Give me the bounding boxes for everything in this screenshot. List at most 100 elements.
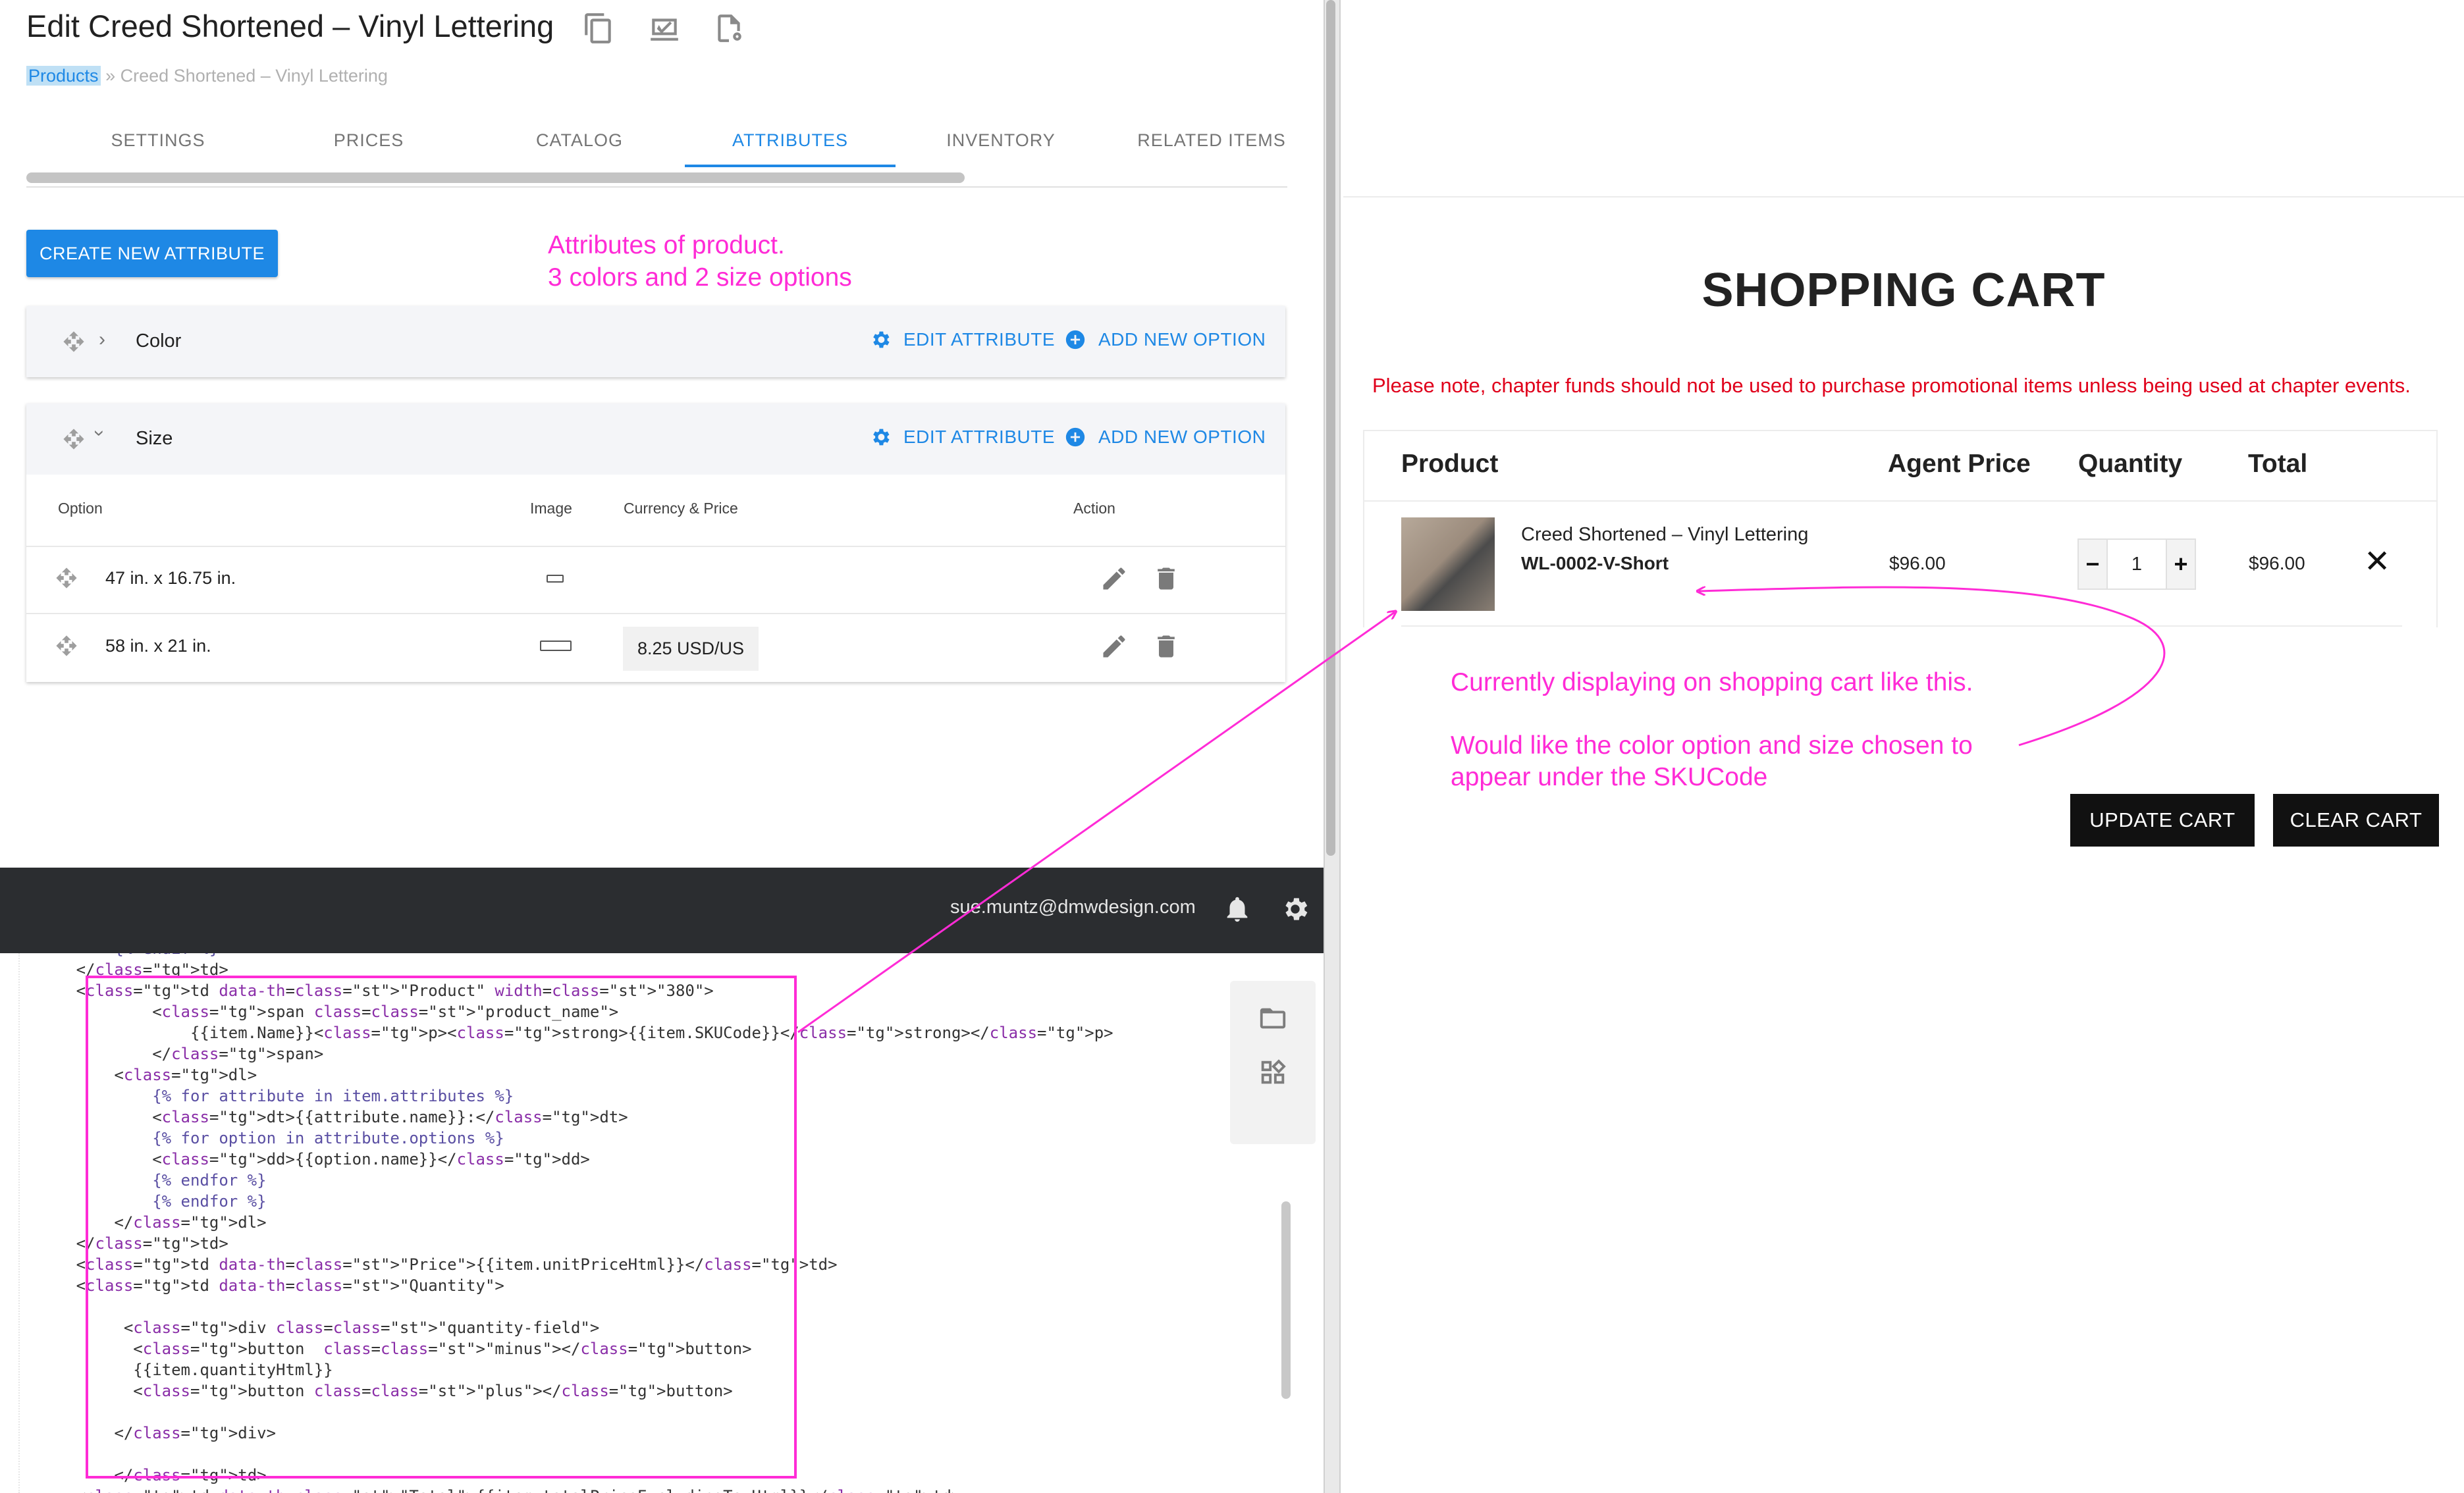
annotation-line: Attributes of product. — [548, 231, 785, 259]
editor-scrollbar[interactable] — [1281, 1201, 1291, 1399]
row-divider — [26, 613, 1285, 614]
tab-catalog[interactable]: CATALOG — [474, 130, 685, 151]
plus-circle-icon — [1065, 330, 1085, 350]
annotation-cart: Currently displaying on shopping cart li… — [1451, 667, 1973, 793]
column-header-price: Currency & Price — [624, 500, 738, 517]
cart-row-divider — [1401, 625, 2402, 627]
column-header-image: Image — [530, 500, 572, 517]
cart-line-total: $96.00 — [2249, 553, 2305, 573]
breadcrumb: Products » Creed Shortened – Vinyl Lette… — [26, 66, 388, 86]
active-tab-indicator — [685, 165, 896, 167]
cart-header-divider — [1364, 500, 2438, 502]
add-new-option-label: ADD NEW OPTION — [1098, 329, 1266, 350]
tab-divider — [26, 186, 1287, 188]
drag-handle-icon[interactable] — [63, 428, 85, 454]
widgets-icon[interactable] — [1258, 1057, 1288, 1091]
option-image-placeholder[interactable] — [547, 575, 564, 583]
option-name: 58 in. x 21 in. — [105, 636, 211, 656]
cart-column-agent-price: Agent Price — [1888, 450, 2031, 478]
edit-pencil-icon[interactable] — [1100, 564, 1129, 596]
add-new-option-label: ADD NEW OPTION — [1098, 427, 1266, 447]
attribute-name: Size — [136, 428, 173, 449]
product-thumbnail[interactable] — [1401, 517, 1495, 611]
remove-item-icon[interactable]: ✕ — [2364, 543, 2390, 580]
tabs-scrollbar[interactable] — [26, 172, 965, 183]
edit-attribute-label: EDIT ATTRIBUTE — [903, 427, 1055, 447]
attribute-header-color[interactable]: › Color EDIT ATTRIBUTE ADD NEW OPTION — [26, 306, 1285, 377]
edit-attribute-button[interactable]: EDIT ATTRIBUTE — [869, 426, 1055, 448]
clear-cart-button[interactable]: CLEAR CART — [2273, 794, 2439, 847]
edit-attribute-label: EDIT ATTRIBUTE — [903, 329, 1055, 350]
cart-product-sku: WL-0002-V-Short — [1521, 553, 1669, 573]
cart-title: SHOPPING CART — [1701, 264, 2106, 317]
top-bar: sue.muntz@dmwdesign.com — [0, 868, 1324, 953]
cart-header-area — [1343, 0, 2464, 197]
quantity-stepper: − 1 + — [2077, 538, 2196, 590]
column-header-action: Action — [1073, 500, 1115, 517]
plus-circle-icon — [1065, 427, 1085, 447]
quantity-minus-button[interactable]: − — [2079, 540, 2106, 589]
annotation-line: appear under the SKUCode — [1451, 763, 1768, 791]
quantity-plus-button[interactable]: + — [2167, 540, 2195, 589]
cart-column-product: Product — [1401, 450, 1499, 478]
annotation-attributes: Attributes of product. 3 colors and 2 si… — [548, 229, 852, 294]
tab-attributes[interactable]: ATTRIBUTES — [685, 130, 896, 151]
cart-column-total: Total — [2248, 450, 2308, 478]
file-settings-icon[interactable] — [712, 12, 745, 45]
tab-settings[interactable]: SETTINGS — [53, 130, 263, 151]
gear-icon — [873, 331, 890, 348]
preview-icon[interactable] — [648, 12, 681, 45]
breadcrumb-separator: » — [105, 66, 116, 86]
tab-inventory[interactable]: INVENTORY — [896, 130, 1106, 151]
gear-icon[interactable] — [1280, 894, 1310, 928]
admin-panel: Edit Creed Shortened – Vinyl Lettering P… — [0, 0, 1324, 862]
annotation-highlight-box — [86, 976, 797, 1479]
quantity-input[interactable]: 1 — [2106, 540, 2167, 589]
annotation-line: 3 colors and 2 size options — [548, 263, 852, 292]
update-cart-button[interactable]: UPDATE CART — [2070, 794, 2255, 847]
pane-scrollbar[interactable] — [1326, 0, 1335, 856]
option-image-placeholder[interactable] — [540, 641, 572, 651]
cart-unit-price: $96.00 — [1889, 553, 1946, 573]
chevron-right-icon[interactable]: › — [99, 328, 105, 351]
option-name: 47 in. x 16.75 in. — [105, 568, 236, 588]
breadcrumb-products-link[interactable]: Products — [26, 66, 101, 86]
folder-icon[interactable] — [1258, 1003, 1288, 1037]
page-title: Edit Creed Shortened – Vinyl Lettering — [26, 9, 554, 43]
cart-warning-note: Please note, chapter funds should not be… — [1372, 374, 2411, 397]
annotation-spacer — [1451, 698, 1973, 730]
edit-attribute-button[interactable]: EDIT ATTRIBUTE — [869, 328, 1055, 351]
drag-handle-icon[interactable] — [55, 635, 78, 660]
bell-icon[interactable] — [1222, 894, 1252, 928]
code-line[interactable]: <class="tg">td data-th=class="st">"Total… — [0, 1486, 1113, 1493]
chevron-down-icon[interactable]: › — [88, 430, 111, 436]
add-new-option-button[interactable]: ADD NEW OPTION — [1064, 328, 1266, 351]
editor-side-toolbar — [1230, 981, 1316, 1144]
cart-product-name[interactable]: Creed Shortened – Vinyl Lettering — [1521, 524, 1808, 546]
tab-bar: SETTINGS PRICES CATALOG ATTRIBUTES INVEN… — [26, 118, 1287, 188]
edit-pencil-icon[interactable] — [1100, 632, 1129, 664]
user-email[interactable]: sue.muntz@dmwdesign.com — [950, 897, 1196, 918]
attribute-card-size: › Size EDIT ATTRIBUTE ADD NEW OPTION Opt… — [26, 404, 1285, 682]
tab-related-items[interactable]: RELATED ITEMS — [1106, 130, 1317, 151]
gear-icon — [873, 429, 890, 446]
breadcrumb-current: Creed Shortened – Vinyl Lettering — [120, 66, 388, 86]
create-new-attribute-button[interactable]: CREATE NEW ATTRIBUTE — [26, 230, 278, 277]
copy-icon[interactable] — [582, 12, 615, 45]
row-divider — [26, 546, 1285, 547]
trash-icon[interactable] — [1152, 564, 1181, 596]
column-header-option: Option — [58, 500, 103, 517]
attribute-card-color: › Color EDIT ATTRIBUTE ADD NEW OPTION — [26, 306, 1285, 377]
drag-handle-icon[interactable] — [55, 567, 78, 592]
add-new-option-button[interactable]: ADD NEW OPTION — [1064, 426, 1266, 448]
annotation-line: Would like the color option and size cho… — [1451, 731, 1973, 760]
attribute-name: Color — [136, 330, 182, 352]
trash-icon[interactable] — [1152, 632, 1181, 664]
option-price[interactable]: 8.25 USD/US — [623, 627, 759, 671]
cart-column-quantity: Quantity — [2078, 450, 2183, 478]
attribute-header-size[interactable]: › Size EDIT ATTRIBUTE ADD NEW OPTION — [26, 404, 1285, 475]
drag-handle-icon[interactable] — [63, 330, 85, 356]
annotation-line: Currently displaying on shopping cart li… — [1451, 668, 1973, 696]
tab-prices[interactable]: PRICES — [263, 130, 474, 151]
code-line[interactable]: {% endif %} — [0, 953, 1113, 959]
